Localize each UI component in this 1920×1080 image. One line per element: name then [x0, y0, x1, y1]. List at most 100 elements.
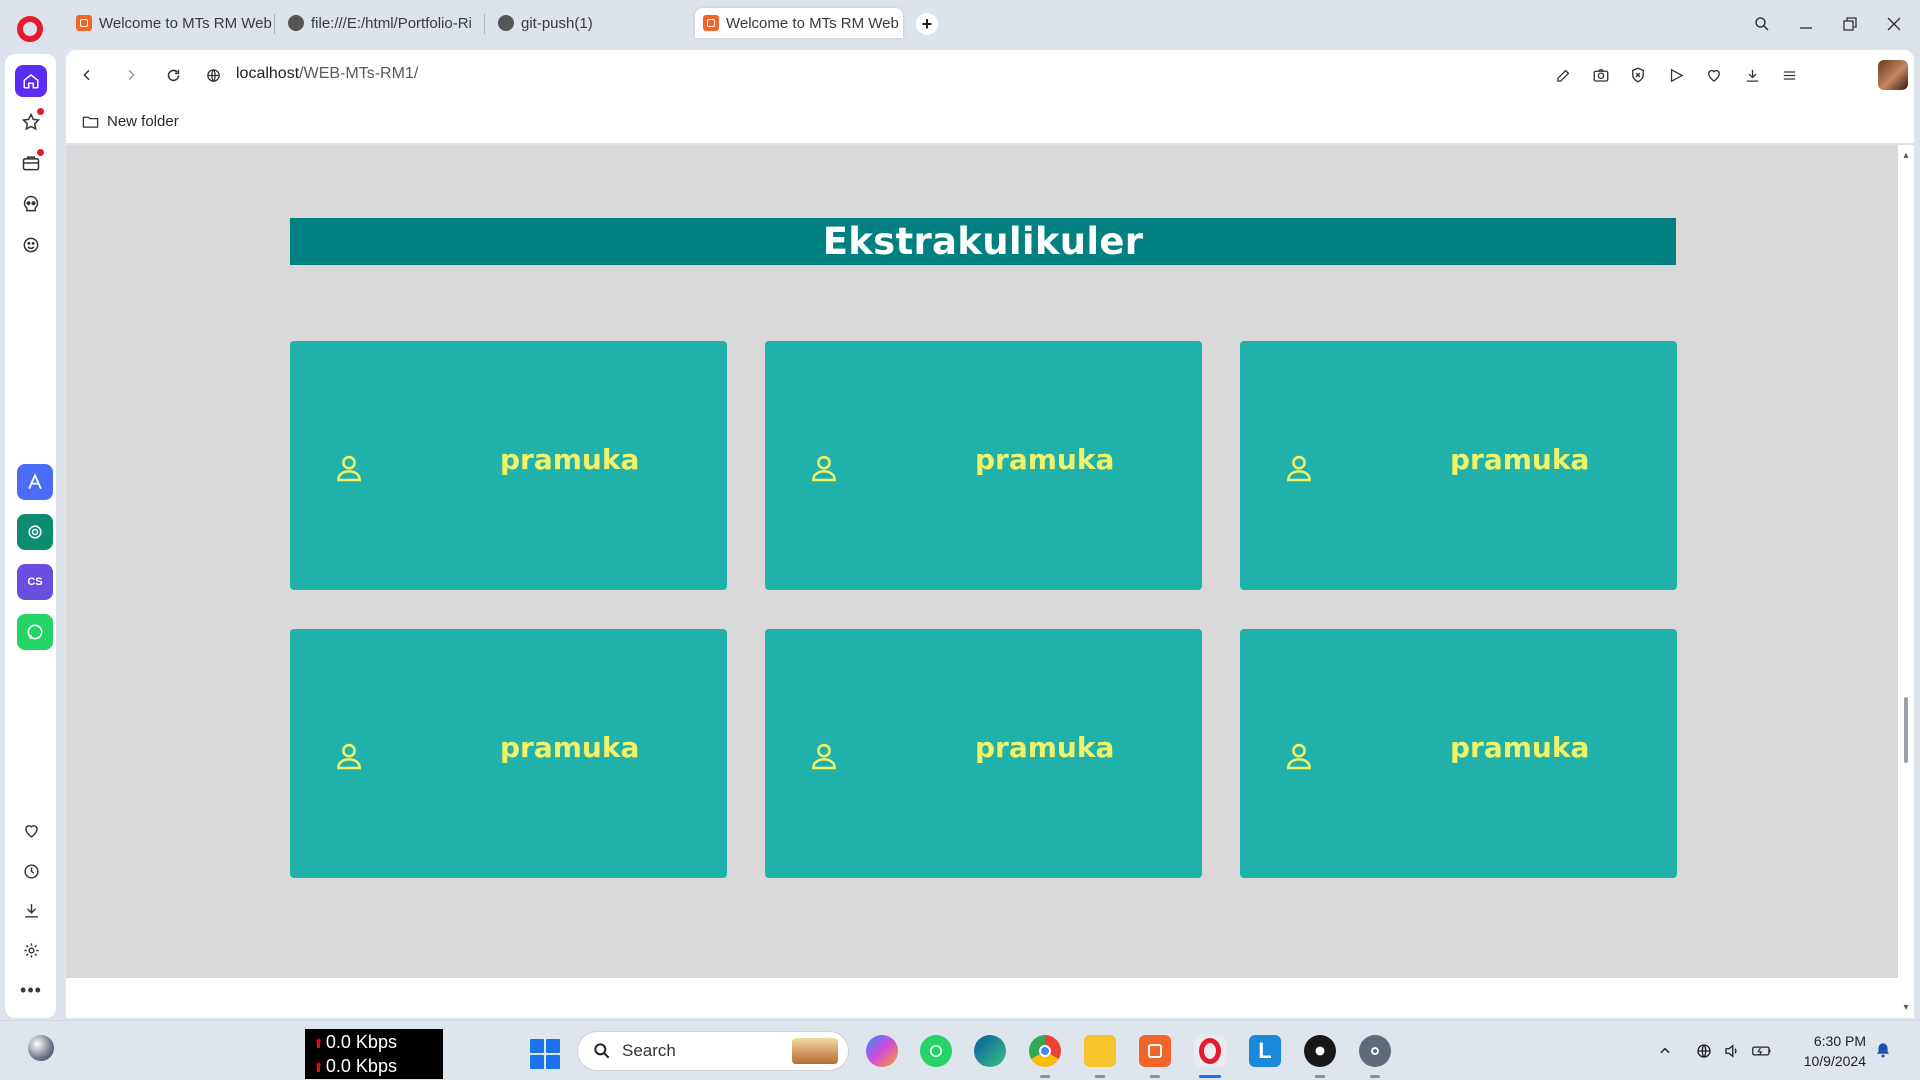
scrollbar[interactable]: ▴ ▾: [1898, 145, 1914, 1018]
briefcase-icon[interactable]: [15, 147, 47, 179]
user-icon: [1283, 452, 1315, 484]
page-viewport: Ekstrakulikuler pramuka pramuka pramuka pra…: [66, 145, 1898, 978]
volume-icon[interactable]: [1722, 1041, 1742, 1061]
aria-app-icon[interactable]: [17, 464, 53, 500]
weather-widget-icon[interactable]: [28, 1035, 54, 1061]
back-icon[interactable]: [76, 64, 98, 86]
search-placeholder: Search: [622, 1041, 676, 1060]
smiley-icon[interactable]: [15, 229, 47, 261]
adblock-shield-icon[interactable]: [1627, 64, 1649, 86]
ekskul-card[interactable]: pramuka: [765, 629, 1202, 878]
opera-taskbar-icon[interactable]: [1194, 1035, 1226, 1067]
edit-snap-icon[interactable]: [1552, 64, 1574, 86]
tab-4-active[interactable]: Welcome to MTs RM Web: [695, 8, 903, 38]
new-tab-button[interactable]: +: [916, 13, 938, 35]
folder-icon: [82, 116, 99, 128]
opera-logo-icon[interactable]: [17, 16, 43, 42]
tab-title: Welcome to MTs RM Web: [726, 14, 899, 32]
language-globe-icon[interactable]: [1694, 1041, 1714, 1061]
bookmark-folder[interactable]: New folder: [82, 113, 179, 130]
scroll-down-icon[interactable]: ▾: [1901, 1003, 1911, 1013]
xampp-taskbar-icon[interactable]: [1139, 1035, 1171, 1067]
url-path: /WEB-MTs-RM1/: [299, 65, 419, 82]
site-info-globe-icon[interactable]: [202, 64, 224, 86]
user-icon: [808, 740, 840, 772]
reload-icon[interactable]: [162, 64, 184, 86]
card-label: pramuka: [1450, 443, 1590, 476]
easy-setup-icon[interactable]: [1778, 64, 1800, 86]
windows-start-icon[interactable]: [530, 1039, 560, 1069]
ekskul-card[interactable]: pramuka: [1240, 629, 1677, 878]
pinboard-icon[interactable]: [15, 106, 47, 138]
url-field[interactable]: localhost/WEB-MTs-RM1/: [236, 65, 418, 83]
bookmarks-bar: New folder: [66, 100, 1914, 144]
url-host: localhost: [236, 65, 300, 82]
tab-3[interactable]: git-push(1): [490, 8, 670, 38]
tab-title: git-push(1): [521, 14, 593, 32]
skull-icon[interactable]: [15, 188, 47, 220]
restore-button[interactable]: [1836, 10, 1864, 38]
search-tabs-icon[interactable]: [1748, 10, 1776, 38]
download-icon[interactable]: [15, 894, 47, 926]
taskbar: ⬆ 0.0 Kbps ⬆ 0.0 Kbps Search L 6:30 PM 1…: [0, 1020, 1920, 1080]
history-icon[interactable]: [15, 855, 47, 887]
battery-icon[interactable]: [1752, 1041, 1772, 1061]
card-label: pramuka: [1450, 731, 1590, 764]
camera-icon[interactable]: [1590, 64, 1612, 86]
tab-2[interactable]: file:///E:/html/Portfolio-Ri: [280, 8, 488, 38]
whatsapp-taskbar-icon[interactable]: [920, 1035, 952, 1067]
whatsapp-icon[interactable]: [17, 614, 53, 650]
chevron-up-icon[interactable]: [1655, 1041, 1675, 1061]
tab-title: Welcome to MTs RM Web: [99, 14, 272, 32]
upload-speed: 0.0 Kbps: [325, 1032, 397, 1052]
card-label: pramuka: [975, 443, 1115, 476]
tab-strip: Welcome to MTs RM Web file:///E:/html/Po…: [62, 0, 1920, 46]
forward-icon[interactable]: [120, 64, 142, 86]
l-app-icon[interactable]: L: [1249, 1035, 1281, 1067]
more-icon[interactable]: •••: [15, 974, 47, 1006]
send-icon[interactable]: [1665, 64, 1687, 86]
scroll-up-icon[interactable]: ▴: [1901, 151, 1911, 161]
globe-icon: [498, 15, 514, 31]
sidebar-panel: CS •••: [5, 54, 56, 1018]
ekskul-card[interactable]: pramuka: [290, 341, 727, 590]
close-button[interactable]: [1880, 10, 1908, 38]
ekskul-card[interactable]: pramuka: [765, 341, 1202, 590]
scroll-thumb[interactable]: [1904, 697, 1908, 763]
user-icon: [333, 452, 365, 484]
card-label: pramuka: [500, 443, 640, 476]
settings-icon[interactable]: [15, 934, 47, 966]
copilot-icon[interactable]: [866, 1035, 898, 1067]
user-icon: [1283, 740, 1315, 772]
chatgpt-icon[interactable]: [17, 514, 53, 550]
user-icon: [333, 740, 365, 772]
xampp-icon: [76, 15, 92, 31]
file-explorer-icon[interactable]: [1084, 1035, 1116, 1067]
download-speed: 0.0 Kbps: [325, 1056, 397, 1076]
settings-gear-taskbar-icon[interactable]: [1359, 1035, 1391, 1067]
chrome-icon[interactable]: [1029, 1035, 1061, 1067]
edge-icon[interactable]: [974, 1035, 1006, 1067]
card-label: pramuka: [500, 731, 640, 764]
tab-title: file:///E:/html/Portfolio-Ri: [311, 14, 472, 32]
notification-bell-icon[interactable]: [1874, 1041, 1894, 1061]
profile-avatar[interactable]: [1878, 60, 1908, 90]
clock-time: 6:30 PM: [1813, 1033, 1866, 1049]
home-icon[interactable]: [15, 65, 47, 97]
xampp-icon: [703, 15, 719, 31]
tab-1[interactable]: Welcome to MTs RM Web: [68, 8, 278, 38]
page-footer-area: [66, 978, 1898, 1018]
taskbar-search-box[interactable]: Search: [577, 1031, 849, 1071]
chatsonic-icon[interactable]: CS: [17, 564, 53, 600]
favorite-heart-icon[interactable]: [1703, 64, 1725, 86]
minimize-button[interactable]: [1792, 10, 1820, 38]
search-highlight-ship-icon: [792, 1038, 838, 1064]
system-clock[interactable]: 6:30 PM 10/9/2024: [1790, 1031, 1866, 1071]
heart-icon[interactable]: [15, 814, 47, 846]
ekskul-card[interactable]: pramuka: [290, 629, 727, 878]
github-desktop-icon[interactable]: [1304, 1035, 1336, 1067]
ekskul-card[interactable]: pramuka: [1240, 341, 1677, 590]
downloads-icon[interactable]: [1741, 64, 1763, 86]
network-speed-widget: ⬆ 0.0 Kbps ⬆ 0.0 Kbps: [305, 1029, 443, 1079]
section-title: Ekstrakulikuler: [290, 218, 1676, 265]
